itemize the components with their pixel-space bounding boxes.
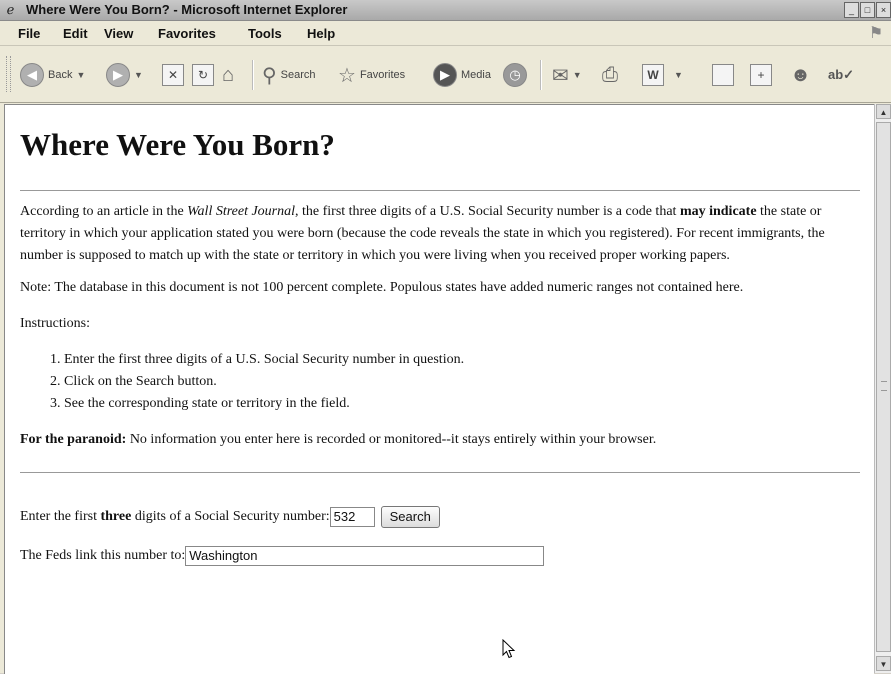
list-item: See the corresponding state or territory… [64,393,860,415]
close-button[interactable]: × [876,2,891,18]
menu-edit[interactable]: Edit [63,26,88,41]
intro-emphasis: may indicate [679,204,757,219]
menu-tools[interactable]: Tools [248,26,282,41]
history-icon: ◷ [503,63,527,87]
ssn-form-row: Enter the first three digits of a Social… [20,506,860,528]
print-icon: ⎙ [602,63,618,86]
toolbar: ◀ Back ▼ ▶ ▼ ✕ ↻ ⌂ ⚲ Search ☆ Favorites … [0,46,891,103]
search-label: Search [280,69,316,81]
edit-button[interactable]: W ▼ [642,60,683,90]
vertical-scrollbar[interactable]: ▲ ▼ [874,104,891,673]
toolbar-separator [540,60,542,90]
toolbar-grip[interactable] [6,56,11,92]
menu-bar: File Edit View Favorites Tools Help ⚑ [0,21,891,46]
forward-button[interactable]: ▶ ▼ [106,60,143,90]
messenger-icon: + [750,64,772,86]
toolbar-separator [252,60,254,90]
back-label: Back [48,69,73,81]
title-bar: ℯ Where Were You Born? - Microsoft Inter… [0,0,891,21]
ssn-prompt-bold: three [100,509,132,524]
result-state-field[interactable] [185,546,545,566]
note-paragraph: Note: The database in this document is n… [20,280,744,295]
media-label: Media [461,69,491,81]
maximize-button[interactable]: □ [860,2,875,18]
list-item: Click on the Search button. [64,371,860,393]
history-button[interactable]: ◷ [503,60,527,90]
intro-paragraph: According to an article in the Wall Stre… [20,201,860,267]
discuss-button[interactable] [712,60,734,90]
forward-dropdown-icon[interactable]: ▼ [134,70,143,80]
paranoid-text: No information you enter here is recorde… [126,432,657,447]
page-content: Where Were You Born? According to an art… [20,105,860,567]
stop-button[interactable]: ✕ [162,60,184,90]
ssn-prompt: Enter the first three digits of a Social… [20,506,330,528]
ssn-digits-input[interactable] [329,507,375,527]
edit-dropdown-icon[interactable]: ▼ [674,70,683,80]
spell-check-button[interactable]: ab✓ [828,60,854,90]
research-button[interactable]: ☻ [790,60,811,90]
back-dropdown-icon[interactable]: ▼ [76,70,85,80]
stop-icon: ✕ [162,64,184,86]
minimize-button[interactable]: _ [844,2,859,18]
favorites-button[interactable]: ☆ Favorites [338,60,405,90]
home-icon: ⌂ [222,63,235,86]
list-item: Enter the first three digits of a U.S. S… [64,349,860,371]
menu-view[interactable]: View [104,26,133,41]
media-button[interactable]: ▶ Media [433,60,491,90]
spell-check-icon: ab✓ [828,67,855,82]
print-button[interactable]: ⎙ [602,60,618,90]
menu-favorites[interactable]: Favorites [158,26,216,41]
search-button[interactable]: ⚲ Search [262,60,316,90]
paranoid-paragraph: For the paranoid: No information you ent… [20,429,860,451]
favorites-label: Favorites [359,69,406,81]
page-viewport: Where Were You Born? According to an art… [4,104,874,674]
back-button[interactable]: ◀ Back ▼ [20,60,85,90]
messenger-button[interactable]: + [750,60,772,90]
menu-file[interactable]: File [18,26,40,41]
search-submit-button[interactable]: Search [380,506,440,528]
home-button[interactable]: ⌂ [222,60,234,90]
result-row: The Feds link this number to: [20,545,860,567]
instructions-label: Instructions: [20,316,90,331]
scroll-thumb[interactable] [876,122,891,652]
result-label: The Feds link this number to: [20,548,186,563]
page-title: Where Were You Born? [20,127,335,162]
scroll-down-arrow-icon[interactable]: ▼ [876,656,891,671]
intro-text-1: According to an article in the [20,204,188,219]
forward-arrow-icon: ▶ [106,63,130,87]
research-icon: ☻ [790,63,812,86]
window-title: Where Were You Born? - Microsoft Interne… [26,2,348,17]
instructions-list: Enter the first three digits of a U.S. S… [20,349,860,415]
paranoid-label: For the paranoid: [20,432,127,447]
source-name: Wall Street Journal [187,204,296,219]
form-divider [20,472,860,473]
ie-logo-icon: ℯ [6,2,15,17]
media-icon: ▶ [433,63,457,87]
intro-text-2: , the first three digits of a U.S. Socia… [295,204,680,219]
search-icon: ⚲ [262,64,277,87]
scroll-thumb-grip [881,381,887,391]
refresh-button[interactable]: ↻ [192,60,214,90]
windows-flag-icon: ⚑ [868,25,884,42]
top-divider [20,190,860,191]
favorites-star-icon: ☆ [338,64,356,87]
mail-icon: ✉ [552,64,569,87]
menu-help[interactable]: Help [307,26,335,41]
word-edit-icon: W [642,64,664,86]
ssn-prompt-text-1: Enter the first [20,509,101,524]
refresh-icon: ↻ [192,64,214,86]
mail-dropdown-icon[interactable]: ▼ [573,70,582,80]
ssn-prompt-text-2: digits of a Social Security number: [131,509,330,524]
browser-window: ℯ Where Were You Born? - Microsoft Inter… [0,0,891,674]
back-arrow-icon: ◀ [20,63,44,87]
mail-button[interactable]: ✉ ▼ [552,60,582,90]
scroll-up-arrow-icon[interactable]: ▲ [876,104,891,119]
discuss-icon [712,64,734,86]
mouse-cursor-icon [502,639,516,659]
window-controls: _ □ × [844,2,891,18]
